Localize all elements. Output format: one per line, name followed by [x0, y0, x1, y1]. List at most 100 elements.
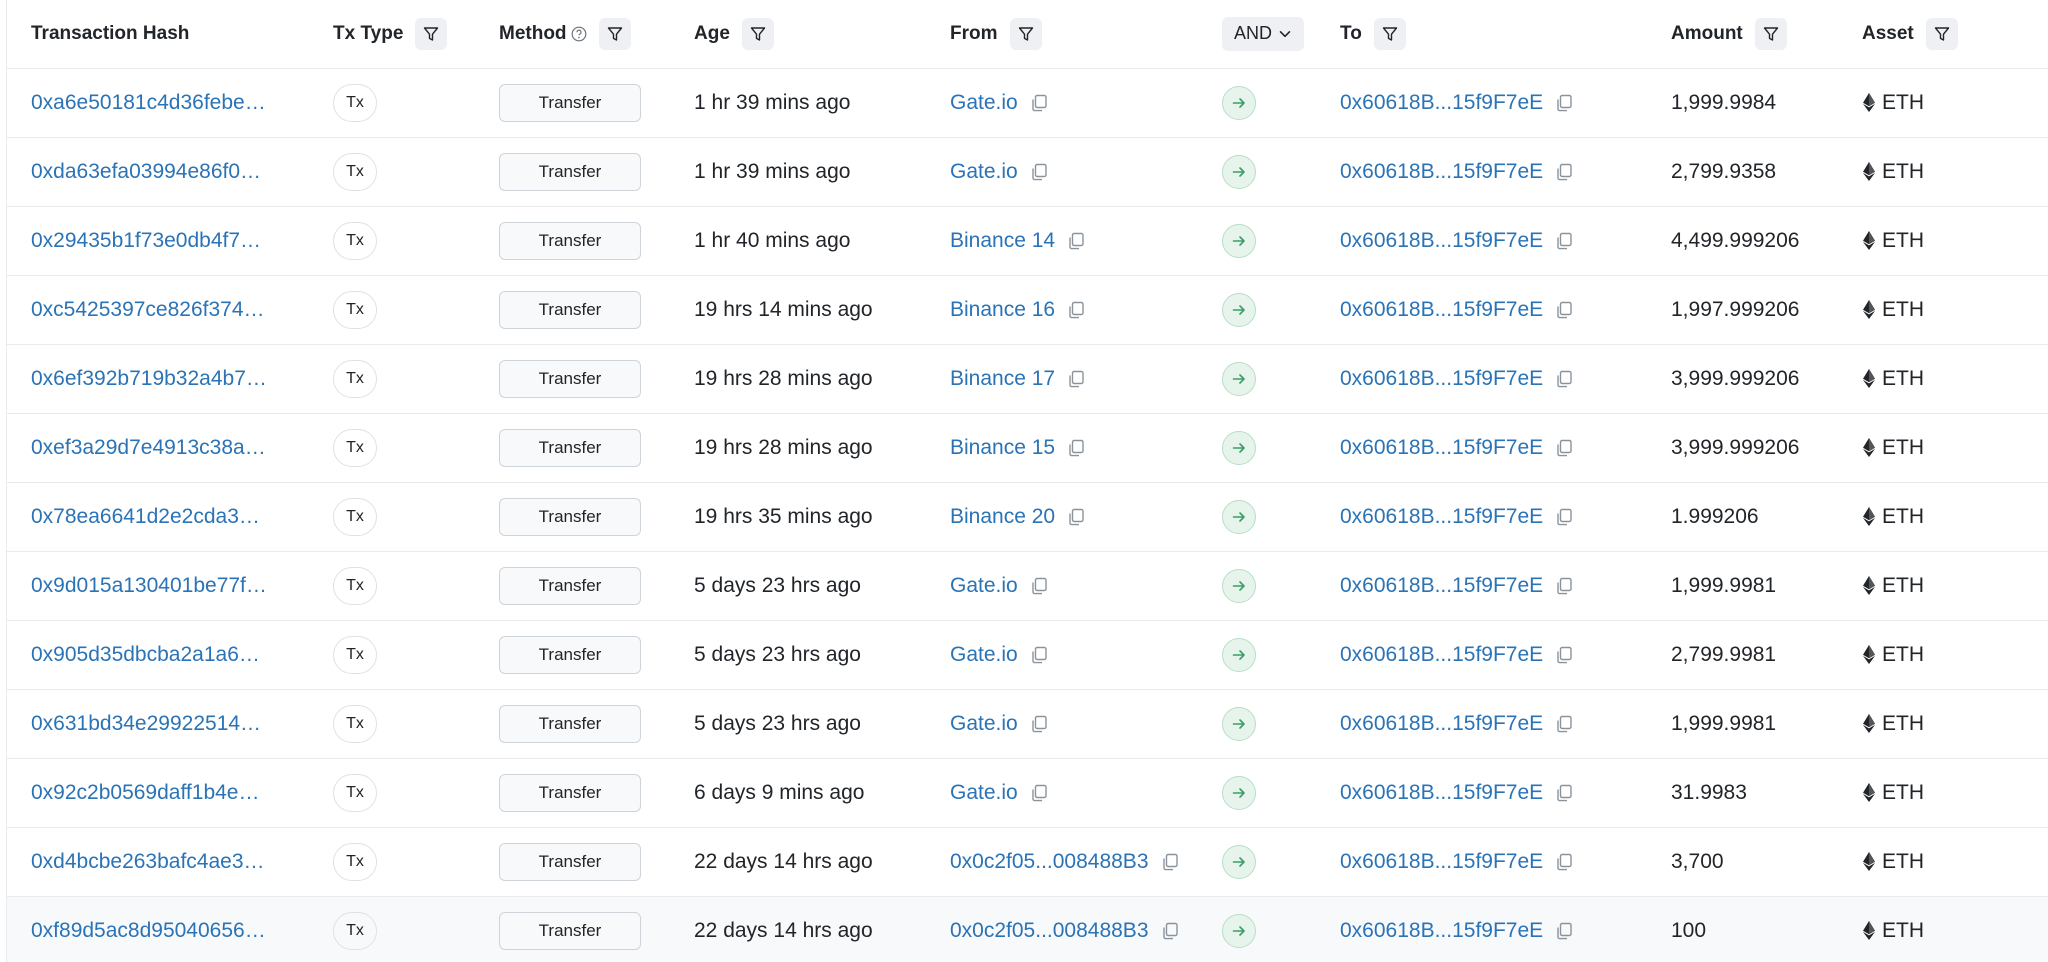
asset-filter-button[interactable] — [1925, 17, 1958, 50]
copy-icon[interactable] — [1028, 161, 1050, 183]
transaction-hash-link[interactable]: 0xa6e50181c4d36febe… — [31, 91, 271, 115]
age-filter-button[interactable] — [741, 17, 774, 50]
from-address-link[interactable]: Binance 14 — [950, 229, 1055, 253]
transaction-hash-link[interactable]: 0x92c2b0569daff1b4e… — [31, 781, 271, 805]
copy-icon[interactable] — [1553, 368, 1575, 390]
from-address-link[interactable]: Gate.io — [950, 781, 1018, 805]
from-address-link[interactable]: Gate.io — [950, 160, 1018, 184]
copy-icon[interactable] — [1065, 230, 1087, 252]
from-address-link[interactable]: Binance 17 — [950, 367, 1055, 391]
to-address-link[interactable]: 0x60618B...15f9F7eE — [1340, 298, 1543, 322]
transaction-hash-link[interactable]: 0xda63efa03994e86f0… — [31, 160, 271, 184]
copy-icon[interactable] — [1065, 299, 1087, 321]
copy-icon[interactable] — [1553, 713, 1575, 735]
transaction-hash-link[interactable]: 0x6ef392b719b32a4b7… — [31, 367, 271, 391]
amount-filter-button[interactable] — [1754, 17, 1787, 50]
copy-icon[interactable] — [1028, 713, 1050, 735]
to-address-link[interactable]: 0x60618B...15f9F7eE — [1340, 505, 1543, 529]
copy-icon[interactable] — [1553, 920, 1575, 942]
amount-value: 3,999.999206 — [1671, 435, 1800, 459]
copy-icon[interactable] — [1028, 575, 1050, 597]
question-circle-icon[interactable] — [571, 26, 587, 42]
to-address-link[interactable]: 0x60618B...15f9F7eE — [1340, 781, 1543, 805]
copy-icon[interactable] — [1028, 644, 1050, 666]
to-cell: 0x60618B...15f9F7eE — [1340, 344, 1671, 413]
age-text: 22 days 14 hrs ago — [694, 918, 873, 942]
transaction-hash-link[interactable]: 0x905d35dbcba2a1a6… — [31, 643, 271, 667]
asset-cell: ETH — [1862, 827, 2048, 896]
copy-icon[interactable] — [1553, 851, 1575, 873]
method-cell: Transfer — [499, 827, 694, 896]
from-address-link[interactable]: Binance 20 — [950, 505, 1055, 529]
age-text: 19 hrs 28 mins ago — [694, 435, 873, 459]
transaction-hash-link[interactable]: 0x29435b1f73e0db4f7… — [31, 229, 271, 253]
arrow-right-icon — [1222, 292, 1256, 327]
to-address-link[interactable]: 0x60618B...15f9F7eE — [1340, 850, 1543, 874]
copy-icon[interactable] — [1553, 92, 1575, 114]
method-filter-button[interactable] — [598, 17, 631, 50]
copy-icon[interactable] — [1028, 92, 1050, 114]
copy-icon[interactable] — [1553, 782, 1575, 804]
to-address-link[interactable]: 0x60618B...15f9F7eE — [1340, 712, 1543, 736]
copy-icon[interactable] — [1159, 920, 1181, 942]
transaction-hash-link[interactable]: 0xf89d5ac8d95040656… — [31, 919, 271, 943]
age-text: 1 hr 39 mins ago — [694, 159, 851, 183]
copy-icon[interactable] — [1028, 782, 1050, 804]
from-address-link[interactable]: Gate.io — [950, 643, 1018, 667]
and-operator-dropdown[interactable]: AND — [1222, 16, 1305, 51]
age-text: 22 days 14 hrs ago — [694, 849, 873, 873]
to-cell: 0x60618B...15f9F7eE — [1340, 896, 1671, 962]
transaction-hash-link[interactable]: 0xef3a29d7e4913c38a… — [31, 436, 271, 460]
method-cell: Transfer — [499, 413, 694, 482]
tx-type-badge: Tx — [333, 635, 377, 674]
arrow-right-icon — [1222, 706, 1256, 741]
copy-icon[interactable] — [1553, 437, 1575, 459]
ethereum-icon — [1862, 231, 1876, 251]
method-cell: Transfer — [499, 689, 694, 758]
from-address-link[interactable]: Binance 15 — [950, 436, 1055, 460]
copy-icon[interactable] — [1553, 506, 1575, 528]
age-cell: 1 hr 39 mins ago — [694, 68, 950, 137]
to-address-link[interactable]: 0x60618B...15f9F7eE — [1340, 91, 1543, 115]
copy-icon[interactable] — [1065, 506, 1087, 528]
from-address-link[interactable]: Binance 16 — [950, 298, 1055, 322]
copy-icon[interactable] — [1065, 368, 1087, 390]
ethereum-icon — [1862, 852, 1876, 872]
to-address-link[interactable]: 0x60618B...15f9F7eE — [1340, 160, 1543, 184]
direction-cell — [1222, 206, 1340, 275]
from-address-link[interactable]: 0x0c2f05...008488B3 — [950, 850, 1149, 874]
to-address-link[interactable]: 0x60618B...15f9F7eE — [1340, 436, 1543, 460]
transaction-hash-link[interactable]: 0x78ea6641d2e2cda3… — [31, 505, 271, 529]
to-address-link[interactable]: 0x60618B...15f9F7eE — [1340, 367, 1543, 391]
transaction-hash-link[interactable]: 0xc5425397ce826f374… — [31, 298, 271, 322]
transaction-hash-link[interactable]: 0x9d015a130401be77f… — [31, 574, 271, 598]
copy-icon[interactable] — [1553, 230, 1575, 252]
from-address-link[interactable]: Gate.io — [950, 574, 1018, 598]
copy-icon[interactable] — [1553, 161, 1575, 183]
direction-cell — [1222, 275, 1340, 344]
arrow-right-icon — [1222, 844, 1256, 879]
from-filter-button[interactable] — [1009, 17, 1042, 50]
to-address-link[interactable]: 0x60618B...15f9F7eE — [1340, 919, 1543, 943]
method-badge: Transfer — [499, 635, 641, 674]
copy-icon[interactable] — [1065, 437, 1087, 459]
to-address-link[interactable]: 0x60618B...15f9F7eE — [1340, 574, 1543, 598]
to-address-link[interactable]: 0x60618B...15f9F7eE — [1340, 643, 1543, 667]
transaction-hash-link[interactable]: 0xd4bcbe263bafc4ae3… — [31, 850, 271, 874]
method-badge: Transfer — [499, 359, 641, 398]
from-address-link[interactable]: Gate.io — [950, 91, 1018, 115]
ethereum-icon — [1862, 783, 1876, 803]
from-cell: Binance 16 — [950, 275, 1222, 344]
from-address-link[interactable]: Gate.io — [950, 712, 1018, 736]
txtype-filter-button[interactable] — [415, 17, 448, 50]
to-address-link[interactable]: 0x60618B...15f9F7eE — [1340, 229, 1543, 253]
header-txtype-label: Tx Type — [333, 22, 404, 44]
copy-icon[interactable] — [1159, 851, 1181, 873]
copy-icon[interactable] — [1553, 299, 1575, 321]
copy-icon[interactable] — [1553, 644, 1575, 666]
to-filter-button[interactable] — [1373, 17, 1406, 50]
transaction-hash-link[interactable]: 0x631bd34e29922514… — [31, 712, 271, 736]
copy-icon[interactable] — [1553, 575, 1575, 597]
txtype-cell: Tx — [333, 482, 499, 551]
from-address-link[interactable]: 0x0c2f05...008488B3 — [950, 919, 1149, 943]
